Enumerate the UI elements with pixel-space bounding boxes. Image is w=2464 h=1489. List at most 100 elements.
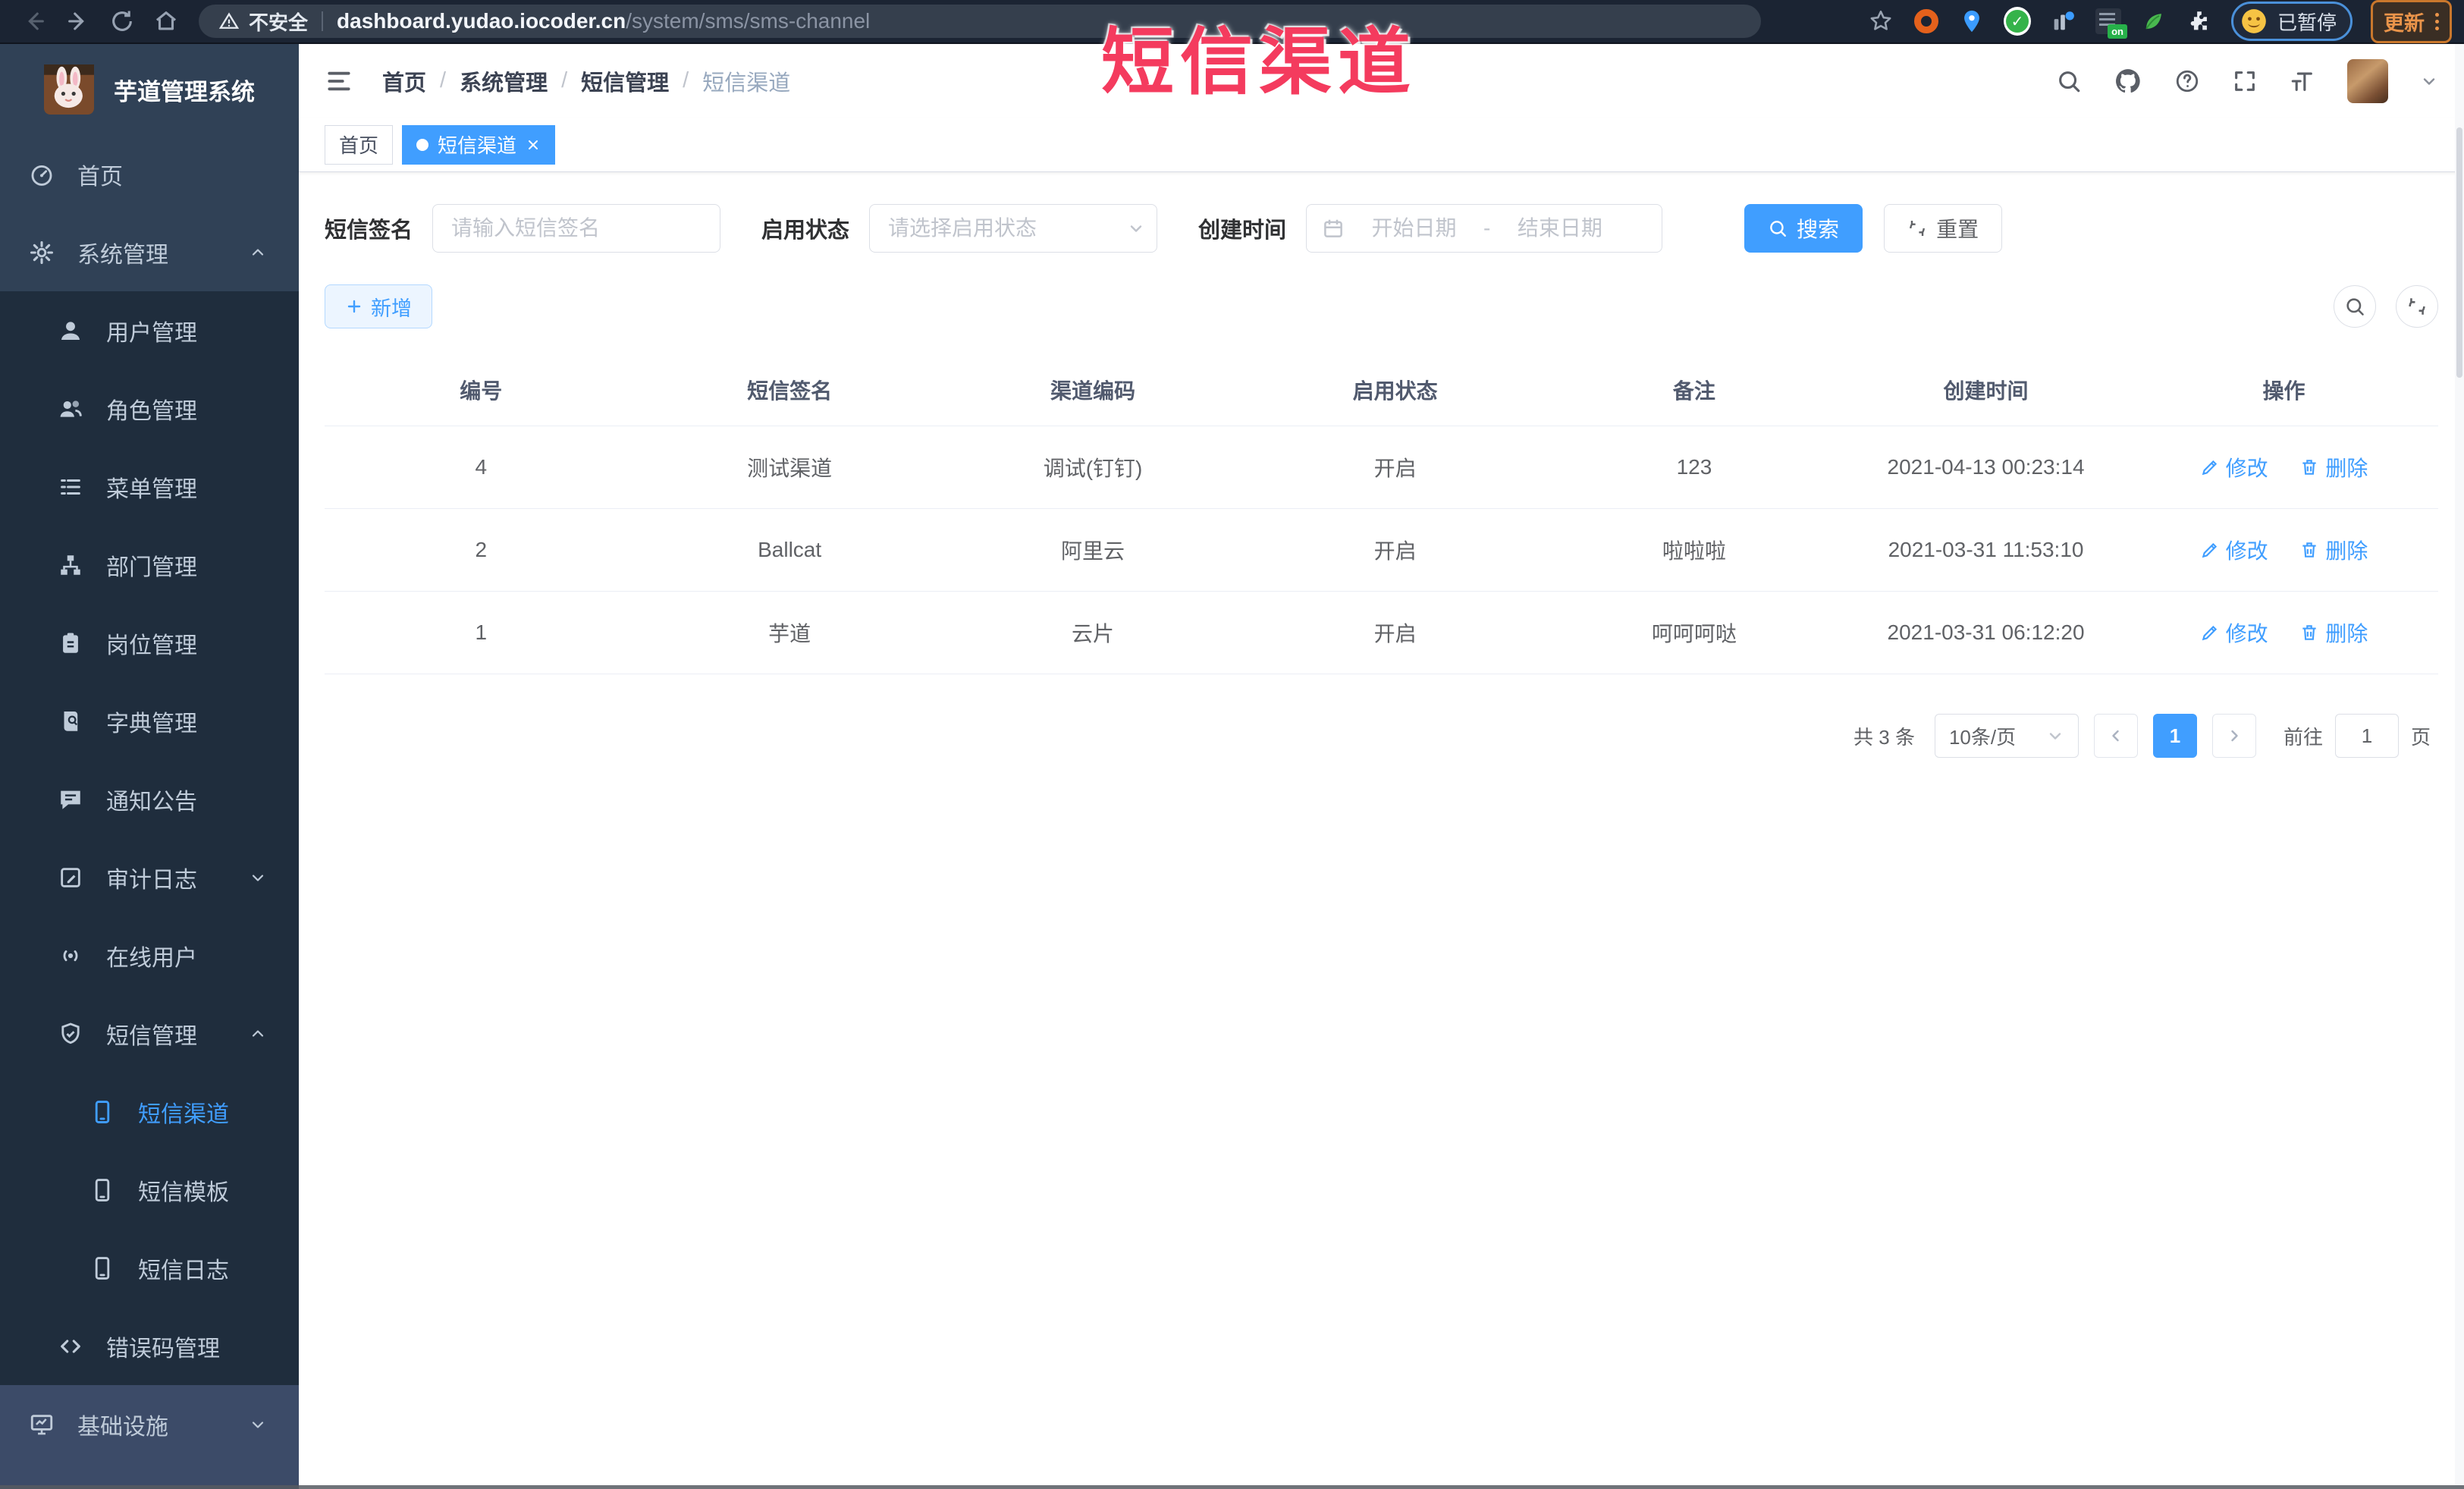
goto-page: 前往 页 — [2284, 714, 2431, 758]
font-size-icon[interactable] — [2290, 68, 2315, 94]
prev-page-button[interactable] — [2093, 714, 2138, 758]
status-select[interactable] — [869, 204, 1158, 253]
toggle-search-button[interactable] — [2334, 285, 2376, 328]
browser-update-button[interactable]: 更新 — [2371, 0, 2452, 43]
security-warning[interactable]: 不安全 — [218, 8, 308, 36]
sidebar-item-audit-log[interactable]: 审计日志 — [0, 838, 299, 916]
browser-back-button[interactable] — [12, 4, 56, 39]
sign-input[interactable] — [432, 204, 721, 253]
sidebar-item-infrastructure[interactable]: 基础设施 — [0, 1385, 299, 1463]
extension-green-check-icon[interactable]: ✓ — [2003, 7, 2031, 36]
tag-sms-channel[interactable]: 短信渠道 — [402, 124, 556, 165]
github-icon[interactable] — [2114, 67, 2142, 96]
extensions-puzzle-icon[interactable] — [2186, 8, 2213, 35]
extension-levels-icon[interactable] — [2049, 8, 2076, 35]
address-bar[interactable]: 不安全 dashboard.yudao.iocoder.cn/system/sm… — [199, 5, 1761, 38]
sidebar-item-label: 部门管理 — [106, 554, 197, 580]
sidebar-item-error-code[interactable]: 错误码管理 — [0, 1307, 299, 1385]
chevron-right-icon — [2225, 727, 2243, 745]
status-select-input[interactable] — [869, 204, 1158, 253]
sidebar-item-dept-management[interactable]: 部门管理 — [0, 526, 299, 604]
window-scrollbar[interactable] — [2455, 44, 2464, 1489]
sidebar-item-post-management[interactable]: 岗位管理 — [0, 604, 299, 682]
date-range-picker[interactable]: - — [1306, 204, 1663, 253]
phone-icon — [86, 1255, 118, 1281]
avatar-caret-down-icon[interactable] — [2420, 72, 2438, 90]
header-search-icon[interactable] — [2056, 68, 2082, 94]
tags-view: 首页 短信渠道 — [299, 118, 2464, 172]
reset-button[interactable]: 重置 — [1884, 204, 2003, 253]
status-label: 启用状态 — [761, 218, 850, 243]
browser-home-button[interactable] — [144, 4, 188, 39]
breadcrumb: 首页 / 系统管理 / 短信管理 / 短信渠道 — [382, 65, 790, 97]
sidebar-item-sms-management[interactable]: 短信管理 — [0, 994, 299, 1073]
edit-link[interactable]: 修改 — [2200, 535, 2268, 565]
delete-link[interactable]: 删除 — [2299, 535, 2368, 565]
start-date-input[interactable] — [1355, 216, 1474, 240]
extension-orange-ring-icon[interactable] — [1913, 8, 1940, 35]
sidebar-item-online-users[interactable]: 在线用户 — [0, 916, 299, 994]
close-icon[interactable] — [526, 137, 541, 152]
announcement-bubble-icon — [55, 787, 86, 812]
edit-link[interactable]: 修改 — [2200, 452, 2268, 482]
extension-location-pin-icon[interactable] — [1958, 8, 1985, 35]
sidebar-item-sms-log[interactable]: 短信日志 — [0, 1229, 299, 1307]
tag-home[interactable]: 首页 — [325, 124, 394, 165]
col-created: 创建时间 — [1842, 354, 2130, 426]
delete-link[interactable]: 删除 — [2299, 617, 2368, 648]
table-row: 2 Ballcat 阿里云 开启 啦啦啦 2021-03-31 11:53:10… — [325, 508, 2438, 592]
sidebar-item-label: 在线用户 — [106, 945, 197, 971]
end-date-input[interactable] — [1501, 216, 1619, 240]
goto-page-input[interactable] — [2334, 714, 2399, 758]
browser-reload-button[interactable] — [100, 4, 144, 39]
browser-menu-dots-icon[interactable] — [2435, 12, 2439, 30]
bookmark-star-icon[interactable] — [1867, 8, 1894, 35]
breadcrumb-sms[interactable]: 短信管理 — [581, 65, 669, 97]
sidebar-item-sms-template[interactable]: 短信模板 — [0, 1151, 299, 1229]
breadcrumb-home[interactable]: 首页 — [382, 65, 426, 97]
cell-created: 2021-04-13 00:23:14 — [1842, 426, 2130, 509]
extension-onoff-icon[interactable]: on — [2095, 8, 2127, 39]
user-avatar[interactable] — [2347, 58, 2388, 103]
breadcrumb-system[interactable]: 系统管理 — [460, 65, 548, 97]
add-button-label: 新增 — [371, 297, 412, 320]
add-button[interactable]: 新增 — [325, 284, 432, 328]
sidebar-item-dict-management[interactable]: 字典管理 — [0, 682, 299, 760]
fullscreen-icon[interactable] — [2232, 68, 2258, 94]
browser-extensions-area: ✓ on 已暂停 更新 — [1867, 0, 2452, 43]
sidebar-logo-row[interactable]: 芋道管理系统 — [0, 44, 299, 135]
sidebar-item-menu-management[interactable]: 菜单管理 — [0, 448, 299, 526]
help-icon[interactable] — [2174, 68, 2200, 94]
sidebar-item-label: 短信模板 — [138, 1180, 229, 1205]
search-button[interactable]: 搜索 — [1744, 204, 1863, 253]
extension-paused-badge[interactable]: 已暂停 — [2230, 2, 2353, 41]
sidebar-item-role-management[interactable]: 角色管理 — [0, 369, 299, 448]
sidebar-item-label: 基础设施 — [77, 1414, 168, 1440]
trash-icon — [2299, 457, 2319, 477]
create-time-label: 创建时间 — [1198, 218, 1287, 243]
update-label: 更新 — [2384, 11, 2425, 35]
edit-pencil-icon — [2200, 540, 2220, 560]
window-bottom-edge — [0, 1485, 2464, 1489]
sidebar-item-notice[interactable]: 通知公告 — [0, 760, 299, 838]
scrollbar-thumb[interactable] — [2456, 127, 2462, 378]
hamburger-icon[interactable] — [325, 67, 353, 96]
code-icon — [55, 1334, 86, 1359]
sidebar-item-sms-channel[interactable]: 短信渠道 — [0, 1073, 299, 1151]
browser-forward-button[interactable] — [56, 4, 100, 39]
dictionary-book-icon — [55, 708, 86, 734]
refresh-table-button[interactable] — [2396, 285, 2438, 328]
security-warning-label: 不安全 — [249, 11, 309, 34]
next-page-button[interactable] — [2211, 714, 2256, 758]
sidebar-item-home[interactable]: 首页 — [0, 135, 299, 213]
page-size-select[interactable]: 10条/页 — [1934, 714, 2079, 758]
delete-link[interactable]: 删除 — [2299, 452, 2368, 482]
breadcrumb-separator: / — [440, 68, 447, 93]
page-number-button[interactable]: 1 — [2152, 714, 2197, 758]
extension-leaf-icon[interactable] — [2140, 8, 2167, 35]
sidebar-item-user-management[interactable]: 用户管理 — [0, 291, 299, 369]
edit-link[interactable]: 修改 — [2200, 617, 2268, 648]
sidebar-item-label: 菜单管理 — [106, 476, 197, 502]
tag-label: 短信渠道 — [438, 134, 517, 157]
sidebar-item-system-management[interactable]: 系统管理 — [0, 213, 299, 291]
